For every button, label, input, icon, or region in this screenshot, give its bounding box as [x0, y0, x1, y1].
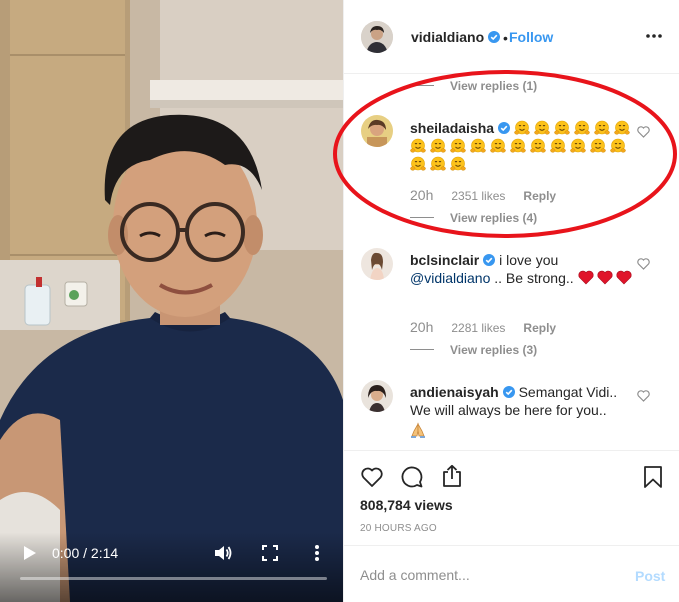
- post-header: vidialdiano • Follow: [344, 0, 679, 74]
- verified-badge-icon: [488, 31, 501, 43]
- comment-text: Semangat Vidi..: [518, 384, 618, 400]
- hugging-face-emoji: [554, 120, 570, 135]
- post-timestamp: 20 HOURS AGO: [360, 523, 437, 534]
- mention-link[interactable]: @vidialdiano: [410, 270, 490, 286]
- hugging-face-emoji: [510, 138, 526, 153]
- post-author[interactable]: vidialdiano: [411, 29, 501, 45]
- verified-badge-icon: [498, 122, 511, 134]
- comment-meta: 20h 2281 likes Reply: [410, 319, 574, 335]
- like-comment-icon[interactable]: [637, 258, 650, 270]
- comment-meta: 20h 2351 likes Reply: [410, 187, 574, 203]
- follow-button[interactable]: Follow: [509, 29, 553, 45]
- comment-age: 20h: [410, 319, 434, 335]
- verified-badge-icon: [502, 386, 515, 398]
- hugging-face-emoji: [534, 120, 550, 135]
- hugging-face-emoji: [410, 156, 426, 171]
- bookmark-icon[interactable]: [641, 465, 665, 489]
- comment-likes[interactable]: 2281 likes: [451, 321, 505, 335]
- comment-text: .. Be strong..: [490, 270, 578, 286]
- play-icon[interactable]: [20, 544, 38, 562]
- hugging-face-emoji: [470, 138, 486, 153]
- comment-text: i love you: [499, 252, 559, 268]
- hugging-face-emoji: [570, 138, 586, 153]
- hugging-face-emoji: [450, 138, 466, 153]
- comment-emojis: [578, 270, 635, 286]
- hugging-face-emoji: [430, 156, 446, 171]
- red-heart-emoji: [578, 270, 594, 285]
- comment-sheiladaisha: sheiladaisha: [410, 119, 640, 173]
- video-frame-image: [0, 0, 343, 602]
- post-panel: vidialdiano • Follow View replies (1) sh…: [343, 0, 679, 602]
- comment-author[interactable]: bclsinclair: [410, 252, 479, 268]
- comment-bclsinclair: bclsinclair i love you @vidialdiano .. B…: [410, 251, 640, 287]
- view-replies-button[interactable]: View replies (1): [410, 79, 537, 93]
- video-progress-bar[interactable]: [20, 577, 327, 580]
- avatar[interactable]: [361, 380, 393, 412]
- verified-badge-icon: [483, 254, 496, 266]
- red-heart-emoji: [597, 270, 613, 285]
- hugging-face-emoji: [614, 120, 630, 135]
- hugging-face-emoji: [514, 120, 530, 135]
- avatar[interactable]: [361, 248, 393, 280]
- avatar[interactable]: [361, 115, 393, 147]
- hugging-face-emoji: [574, 120, 590, 135]
- like-comment-icon[interactable]: [637, 126, 650, 138]
- hugging-face-emoji: [530, 138, 546, 153]
- view-replies-button[interactable]: View replies (4): [410, 211, 537, 225]
- fullscreen-icon[interactable]: [262, 545, 278, 561]
- comment-andienaisyah: andienaisyah Semangat Vidi.. We will alw…: [410, 383, 640, 439]
- video-controls: [0, 532, 343, 602]
- more-horizontal-icon[interactable]: [646, 34, 662, 38]
- hugging-face-emoji: [610, 138, 626, 153]
- add-comment-bar: Post: [344, 545, 679, 602]
- comment-author[interactable]: sheiladaisha: [410, 120, 494, 136]
- comment-icon[interactable]: [400, 465, 424, 489]
- view-count[interactable]: 808,784 views: [360, 497, 453, 513]
- comment-author[interactable]: andienaisyah: [410, 384, 499, 400]
- avatar[interactable]: [361, 21, 393, 53]
- view-replies-button[interactable]: View replies (3): [410, 343, 537, 357]
- heart-icon[interactable]: [360, 465, 384, 489]
- hugging-face-emoji: [490, 138, 506, 153]
- share-icon[interactable]: [440, 464, 464, 488]
- hugging-face-emoji: [410, 138, 426, 153]
- more-vertical-icon[interactable]: [313, 544, 321, 562]
- hugging-face-emoji: [550, 138, 566, 153]
- volume-icon[interactable]: [213, 544, 233, 562]
- red-heart-emoji: [616, 270, 632, 285]
- hugging-face-emoji: [590, 138, 606, 153]
- reply-button[interactable]: Reply: [523, 321, 556, 335]
- video-time: 0:00 / 2:14: [52, 545, 119, 561]
- comment-likes[interactable]: 2351 likes: [451, 189, 505, 203]
- post-actions: 808,784 views 20 HOURS AGO: [344, 450, 679, 545]
- video-player[interactable]: 0:00 / 2:14: [0, 0, 343, 602]
- hugging-face-emoji: [450, 156, 466, 171]
- post-button[interactable]: Post: [635, 568, 665, 584]
- folded-hands-emoji: [411, 422, 425, 438]
- hugging-face-emoji: [594, 120, 610, 135]
- comment-age: 20h: [410, 187, 434, 203]
- separator-dot: •: [503, 30, 508, 46]
- comment-input[interactable]: [360, 567, 610, 583]
- like-comment-icon[interactable]: [637, 390, 650, 402]
- reply-button[interactable]: Reply: [523, 189, 556, 203]
- hugging-face-emoji: [430, 138, 446, 153]
- comment-text: We will always be here for you..: [410, 402, 607, 418]
